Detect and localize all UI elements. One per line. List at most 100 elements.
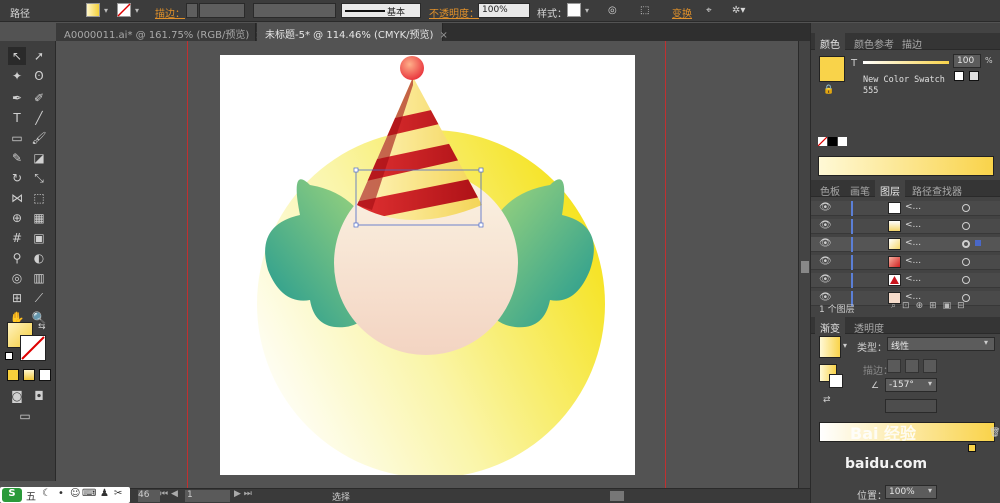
illustration[interactable] [220, 55, 635, 478]
gradient-slider[interactable]: Bai 经验 [819, 422, 995, 443]
tab-layers[interactable]: 图层 [875, 180, 905, 198]
punct-icon[interactable]: • [58, 488, 64, 499]
stroke-option-3[interactable] [923, 359, 937, 373]
none-mode-icon[interactable] [39, 369, 51, 381]
eyedropper-tool-icon[interactable]: ⚲ [8, 249, 26, 267]
tab-gradient[interactable]: 渐变 [815, 317, 845, 335]
eye-icon[interactable]: 👁 [819, 220, 832, 231]
layer-row[interactable]: 👁 <... [811, 201, 1000, 216]
target-icon[interactable] [962, 258, 970, 266]
eye-icon[interactable]: 👁 [819, 202, 832, 213]
rectangle-tool-icon[interactable]: ▭ [8, 129, 26, 147]
free-transform-tool-icon[interactable]: ⬚ [30, 189, 48, 207]
opacity-input[interactable]: 100% [478, 3, 530, 18]
draw-normal-icon[interactable]: ◙ [8, 387, 26, 405]
gradient-dropdown-icon[interactable]: ▾ [843, 341, 847, 350]
layer-actions-icons[interactable]: ⌕⊡⊕⊞▣⊟ [891, 301, 971, 311]
nav-next-icon[interactable]: ▶ ⏭ [234, 489, 252, 499]
gradient-preview[interactable] [819, 336, 841, 358]
target-icon[interactable] [962, 240, 970, 248]
eraser-tool-icon[interactable]: ◪ [30, 149, 48, 167]
tab-transparency[interactable]: 透明度 [849, 317, 889, 335]
magic-wand-tool-icon[interactable]: ✦ [8, 67, 26, 85]
stroke-indicator[interactable] [20, 335, 46, 361]
page-field[interactable]: 1 [185, 490, 230, 502]
scale-tool-icon[interactable]: ⤡ [30, 169, 48, 187]
tab-color-guide[interactable]: 颜色参考 [849, 33, 899, 51]
tab-document-1[interactable]: A0000011.ai* @ 161.75% (RGB/预览)× [56, 23, 264, 41]
layer-row[interactable]: 👁 <... [811, 219, 1000, 234]
scroll-thumb[interactable] [801, 261, 809, 273]
mesh-tool-icon[interactable]: # [8, 229, 26, 247]
color-spectrum-bar[interactable] [818, 156, 994, 176]
target-icon[interactable] [962, 222, 970, 230]
slice-tool-icon[interactable]: ⟋ [30, 289, 48, 307]
layer-row-selected[interactable]: 👁 <... [811, 237, 1000, 252]
fill-dropdown-icon[interactable]: ▾ [101, 3, 111, 18]
fill-swatch[interactable] [86, 3, 100, 17]
stroke-label[interactable]: 描边： [155, 5, 185, 20]
vertical-scrollbar[interactable] [798, 41, 810, 488]
color-mode-icon[interactable] [7, 369, 19, 381]
screen-mode-icon[interactable]: ▭ [16, 407, 34, 425]
lasso-tool-icon[interactable]: ʘ [30, 67, 48, 85]
trash-icon[interactable]: 🗑 [989, 428, 1000, 438]
stroke-gradient-box[interactable] [829, 374, 843, 388]
chevron-down-icon[interactable]: ▾ [928, 379, 932, 388]
layer-row[interactable]: 👁 <... [811, 255, 1000, 270]
user-icon[interactable]: ♟ [100, 488, 109, 499]
close-icon[interactable]: × [439, 30, 447, 41]
keyboard-icon[interactable]: ⌨ [82, 488, 96, 499]
white-color-icon[interactable] [838, 137, 847, 146]
tab-brushes[interactable]: 画笔 [845, 180, 875, 198]
eye-icon[interactable]: 👁 [819, 274, 832, 285]
web-safe-icon[interactable] [969, 71, 979, 81]
tint-input[interactable]: 100 [953, 54, 981, 68]
black-color-icon[interactable] [828, 137, 837, 146]
type-tool-icon[interactable]: T [8, 109, 26, 127]
pencil-tool-icon[interactable]: ✎ [8, 149, 26, 167]
gradient-tool-icon[interactable]: ▣ [30, 229, 48, 247]
skin-icon[interactable]: ☺ [70, 488, 80, 499]
brush-select[interactable]: 基本 [341, 3, 421, 18]
variable-width-select[interactable] [253, 3, 336, 18]
tab-swatches[interactable]: 色板 [815, 180, 845, 198]
shape-builder-tool-icon[interactable]: ⊕ [8, 209, 26, 227]
blend-tool-icon[interactable]: ◐ [30, 249, 48, 267]
width-tool-icon[interactable]: ⋈ [8, 189, 26, 207]
tab-pathfinder[interactable]: 路径查找器 [907, 180, 967, 198]
selection-tool-icon[interactable]: ↖ [8, 47, 26, 65]
recolor-icon[interactable]: ◎ [608, 5, 617, 16]
stroke-dropdown-icon[interactable]: ▾ [132, 3, 142, 18]
aspect-input[interactable] [885, 399, 937, 413]
target-icon[interactable] [962, 204, 970, 212]
tint-slider[interactable] [863, 61, 949, 64]
canvas-area[interactable] [56, 41, 798, 488]
gradient-mode-icon[interactable] [23, 369, 35, 381]
eye-icon[interactable]: 👁 [819, 238, 832, 249]
default-colors-icon[interactable] [5, 352, 13, 360]
tab-color[interactable]: 颜色 [815, 33, 845, 51]
isolate-icon[interactable]: ⌖ [706, 5, 712, 16]
artboard[interactable] [220, 55, 635, 478]
line-tool-icon[interactable]: ╱ [30, 109, 48, 127]
tab-document-2[interactable]: 未标题-5* @ 114.46% (CMYK/预览) × [257, 23, 448, 41]
direct-selection-tool-icon[interactable]: ➚ [30, 47, 48, 65]
swap-icon[interactable]: ⇆ [38, 322, 46, 332]
tab-stroke[interactable]: 描边 [897, 33, 927, 51]
stroke-weight-input[interactable] [199, 3, 245, 18]
more-icon[interactable]: ✲▾ [732, 5, 745, 16]
stroke-option-2[interactable] [905, 359, 919, 373]
layer-row[interactable]: 👁 <... [811, 273, 1000, 288]
style-swatch[interactable] [567, 3, 581, 17]
none-color-icon[interactable] [817, 136, 828, 147]
symbol-sprayer-tool-icon[interactable]: ◎ [8, 269, 26, 287]
curvature-tool-icon[interactable]: ✐ [30, 89, 48, 107]
horizontal-scrollbar[interactable] [430, 489, 798, 503]
ime-mode-label[interactable]: 五 [26, 488, 36, 503]
chevron-down-icon[interactable]: ▾ [984, 338, 988, 347]
graph-tool-icon[interactable]: ▥ [30, 269, 48, 287]
rotate-tool-icon[interactable]: ↻ [8, 169, 26, 187]
align-icon[interactable]: ⬚ [640, 5, 649, 16]
pen-tool-icon[interactable]: ✒ [8, 89, 26, 107]
